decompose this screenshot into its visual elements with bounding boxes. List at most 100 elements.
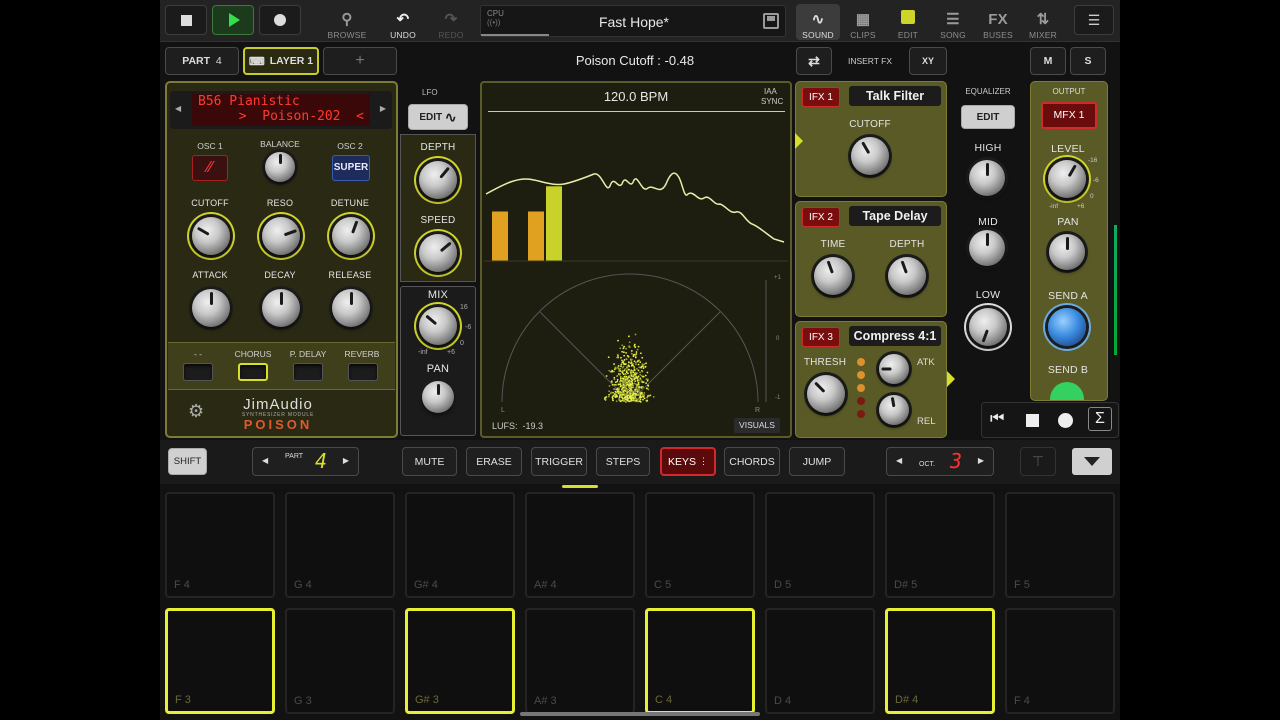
pad[interactable]: G 4 [285,492,395,598]
solo-layer-button[interactable]: S [1070,47,1106,75]
pad[interactable]: D 4 [765,608,875,714]
add-layer-button[interactable]: + [323,47,397,75]
part-prev-icon[interactable]: ◀ [262,456,268,465]
ifx3-thresh-knob[interactable] [807,375,845,413]
detune-knob[interactable] [332,217,370,255]
sigma-icon[interactable]: Σ [1088,407,1112,431]
clips-button[interactable]: ▦ CLIPS [841,4,885,40]
menu-button[interactable]: ☰ [1074,5,1114,35]
stop-button[interactable] [165,5,207,35]
pad[interactable]: F 4 [1005,608,1115,714]
float-stop-icon[interactable] [1026,414,1039,427]
erase-button[interactable]: ERASE [466,447,522,476]
lfo-edit-button[interactable]: EDIT ∿ [408,104,468,130]
release-knob[interactable] [332,289,370,327]
octave-selector[interactable]: ◀ OCT. 3 ▶ [886,447,994,476]
out-pan-knob[interactable] [1049,234,1085,270]
rewind-icon[interactable]: ⏮ [990,410,1004,428]
chorus-toggle[interactable] [238,363,268,381]
ifx3-atk-knob[interactable] [879,354,909,384]
ifx2-time-knob[interactable] [814,257,852,295]
pad[interactable]: G 3 [285,608,395,714]
pad[interactable]: F 4 [165,492,275,598]
ifx1-name[interactable]: Talk Filter [849,86,941,106]
level-knob[interactable] [1048,160,1086,198]
pad[interactable]: G# 3 [405,608,515,714]
record-button[interactable] [259,5,301,35]
pad[interactable]: C 5 [645,492,755,598]
keys-button[interactable]: KEYS ⋮ [660,447,716,476]
steps-button[interactable]: STEPS [596,447,650,476]
next-preset-icon[interactable]: ▶ [380,104,386,113]
part-next-icon[interactable]: ▶ [343,456,349,465]
song-button[interactable]: ☰ SONG [931,4,975,40]
eq-mid-knob[interactable] [969,230,1005,266]
part-selector[interactable]: ◀ PART 4 ▶ [252,447,359,476]
eq-edit-button[interactable]: EDIT [961,105,1015,129]
mix-knob[interactable] [419,307,457,345]
song-title-bar[interactable]: CPU ((•)) Fast Hope* [480,5,786,37]
xy-button[interactable]: XY [909,47,947,75]
prev-preset-icon[interactable]: ◀ [175,104,181,113]
pad[interactable]: D# 5 [885,492,995,598]
pdelay-toggle[interactable] [293,363,323,381]
mute-step-button[interactable]: MUTE [402,447,457,476]
ifx1-cutoff-knob[interactable] [851,137,889,175]
ifx2-depth-knob[interactable] [888,257,926,295]
attack-knob[interactable] [192,289,230,327]
mute-layer-button[interactable]: M [1030,47,1066,75]
pad[interactable]: A# 4 [525,492,635,598]
pad[interactable]: D# 4 [885,608,995,714]
shift-button[interactable]: SHIFT [168,448,207,475]
browse-button[interactable]: ⚲ BROWSE [325,4,369,40]
mixer-button[interactable]: ⇅ MIXER [1021,4,1065,40]
jump-button[interactable]: JUMP [789,447,845,476]
send-a-knob[interactable] [1048,308,1086,346]
preset-display[interactable]: ◀ ▶ B56 Pianistic > Poison-202 < [170,91,392,129]
collapse-button[interactable] [1072,448,1112,475]
pad[interactable]: F 3 [165,608,275,714]
reverb-toggle[interactable] [348,363,378,381]
part-button[interactable]: PART 4 [165,47,239,75]
pad[interactable]: C 4 [645,608,755,714]
ifx2-name[interactable]: Tape Delay [849,206,941,226]
mfx-button[interactable]: MFX 1 [1041,102,1097,129]
layer-tab[interactable]: ⌨ LAYER 1 [243,47,319,75]
split-icon[interactable]: ⊤ [1020,447,1056,476]
reso-knob[interactable] [262,217,300,255]
visuals-button[interactable]: VISUALS [734,418,780,433]
cutoff-knob[interactable] [192,217,230,255]
play-button[interactable] [212,5,254,35]
pad[interactable]: D 5 [765,492,875,598]
pad[interactable]: G# 4 [405,492,515,598]
trigger-button[interactable]: TRIGGER [531,447,587,476]
lfo-speed-knob[interactable] [419,234,457,272]
eq-high-knob[interactable] [969,160,1005,196]
ifx2-tag[interactable]: IFX 2 [802,207,840,227]
undo-button[interactable]: ↶ UNDO [381,4,425,40]
ifx3-rel-knob[interactable] [879,395,909,425]
pad[interactable]: F 5 [1005,492,1115,598]
shuffle-button[interactable]: ⇄ [796,47,832,75]
ifx3-tag[interactable]: IFX 3 [802,327,840,347]
settings-gear-icon[interactable]: ⚙ [188,401,204,422]
decay-knob[interactable] [262,289,300,327]
ifx1-tag[interactable]: IFX 1 [802,87,840,107]
float-record-icon[interactable] [1058,413,1073,428]
chords-button[interactable]: CHORDS [724,447,780,476]
pad[interactable]: A# 3 [525,608,635,714]
oct-prev-icon[interactable]: ◀ [896,456,902,465]
buses-button[interactable]: FX BUSES [976,4,1020,40]
ifx3-name[interactable]: Compress 4:1 [849,326,941,346]
lfo-depth-knob[interactable] [419,161,457,199]
balance-knob[interactable] [265,152,295,182]
oct-next-icon[interactable]: ▶ [978,456,984,465]
osc2-super-button[interactable]: SUPER [332,155,370,181]
save-icon[interactable] [763,13,779,29]
sound-button[interactable]: ∿ SOUND [796,4,840,40]
osc1-wave-button[interactable]: ∕∕ [192,155,228,181]
redo-button[interactable]: ↷ REDO [429,4,473,40]
eq-low-knob[interactable] [969,308,1007,346]
edit-button[interactable]: EDIT [886,4,930,40]
fx-none-toggle[interactable] [183,363,213,381]
